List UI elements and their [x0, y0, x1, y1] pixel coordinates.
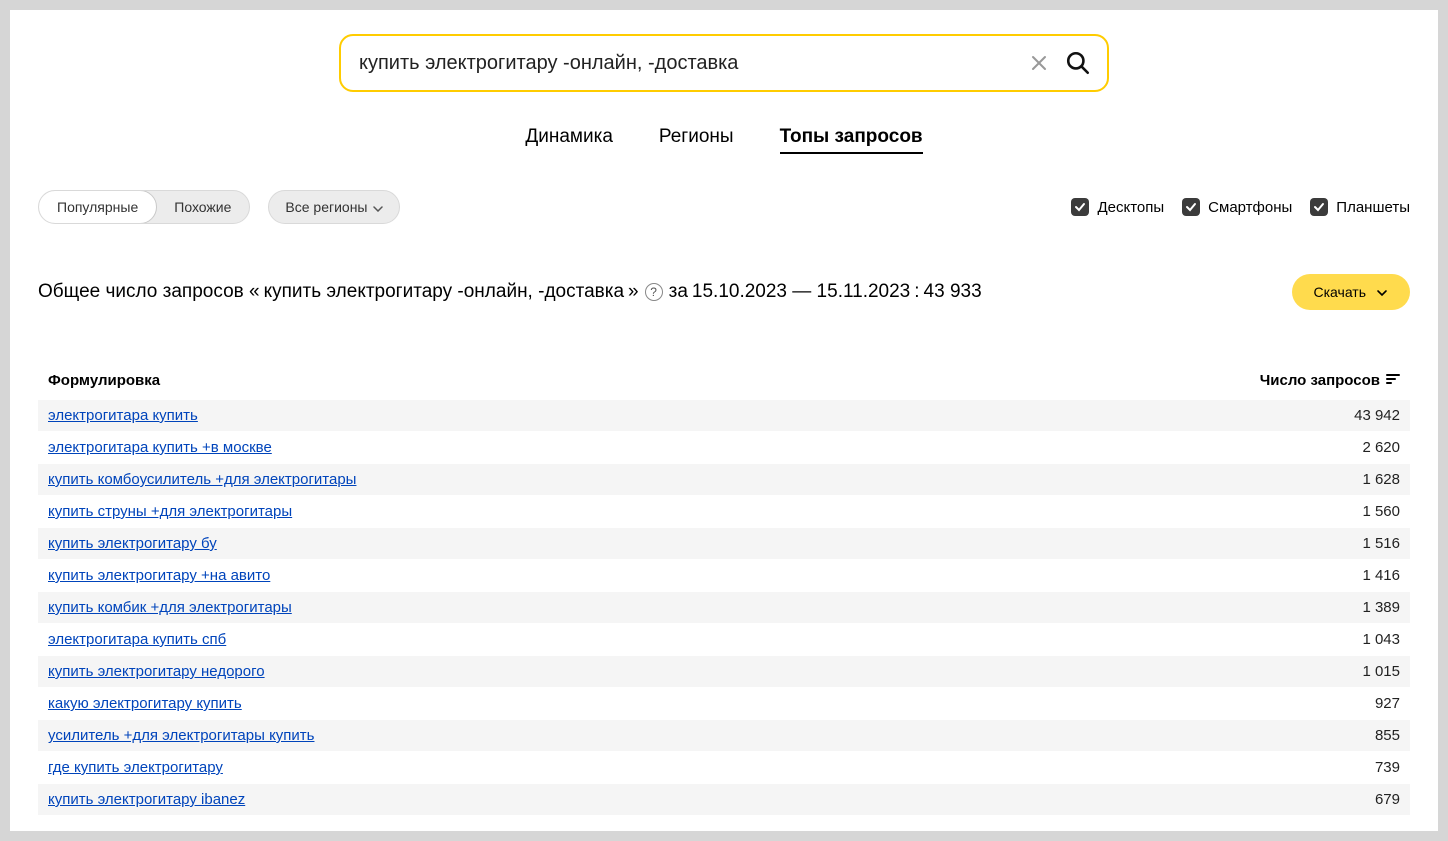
query-link[interactable]: купить электрогитару бу [48, 535, 1362, 552]
query-count: 855 [1375, 727, 1400, 744]
page: Динамика Регионы Топы запросов Популярны… [10, 10, 1438, 831]
table-header: Формулировка Число запросов [38, 372, 1410, 399]
query-count: 43 942 [1354, 407, 1400, 424]
query-link[interactable]: электрогитара купить +в москве [48, 439, 1362, 456]
help-icon[interactable]: ? [645, 283, 663, 301]
segment-similar[interactable]: Похожие [156, 191, 249, 223]
tab-regions[interactable]: Регионы [659, 126, 734, 154]
table-row: купить электрогитару недорого1 015 [38, 655, 1410, 687]
query-link[interactable]: купить электрогитару недорого [48, 663, 1362, 680]
checkbox-label: Десктопы [1097, 199, 1164, 216]
table-row: купить струны +для электрогитары1 560 [38, 495, 1410, 527]
query-count: 1 560 [1362, 503, 1400, 520]
segment-type: Популярные Похожие [38, 190, 250, 224]
checkbox-tablets[interactable]: Планшеты [1310, 198, 1410, 216]
checkbox-icon [1310, 198, 1328, 216]
summary-row: Общее число запросов «купить электрогита… [38, 274, 1410, 310]
table-row: купить комбик +для электрогитары1 389 [38, 591, 1410, 623]
table-row: какую электрогитару купить927 [38, 687, 1410, 719]
summary-query: купить электрогитару -онлайн, -доставка [264, 281, 624, 303]
query-count: 739 [1375, 759, 1400, 776]
summary-range: 15.10.2023 — 15.11.2023 [692, 281, 910, 303]
clear-icon[interactable] [1025, 49, 1053, 77]
query-link[interactable]: усилитель +для электрогитары купить [48, 727, 1375, 744]
search-box [339, 34, 1109, 92]
search-wrap [38, 34, 1410, 92]
chevron-down-icon [1376, 284, 1388, 300]
query-count: 1 416 [1362, 567, 1400, 584]
table-row: купить электрогитару +на авито1 416 [38, 559, 1410, 591]
query-link[interactable]: какую электрогитару купить [48, 695, 1375, 712]
query-link[interactable]: где купить электрогитару [48, 759, 1375, 776]
download-label: Скачать [1314, 284, 1367, 300]
checkbox-label: Смартфоны [1208, 199, 1292, 216]
summary-range-prefix: за [669, 281, 688, 303]
query-link[interactable]: купить комбоусилитель +для электрогитары [48, 471, 1362, 488]
tabs: Динамика Регионы Топы запросов [38, 126, 1410, 154]
query-count: 1 043 [1362, 631, 1400, 648]
query-link[interactable]: купить электрогитару +на авито [48, 567, 1362, 584]
query-count: 679 [1375, 791, 1400, 808]
checkbox-icon [1182, 198, 1200, 216]
table-row: купить комбоусилитель +для электрогитары… [38, 463, 1410, 495]
query-count: 1 628 [1362, 471, 1400, 488]
download-button[interactable]: Скачать [1292, 274, 1411, 310]
table-body: электрогитара купить43 942электрогитара … [38, 399, 1410, 815]
table-row: где купить электрогитару739 [38, 751, 1410, 783]
summary-text: Общее число запросов «купить электрогита… [38, 281, 982, 303]
query-link[interactable]: купить электрогитару ibanez [48, 791, 1375, 808]
tab-dynamics[interactable]: Динамика [525, 126, 613, 154]
region-select[interactable]: Все регионы [268, 190, 400, 224]
query-count: 1 516 [1362, 535, 1400, 552]
device-checks: Десктопы Смартфоны Планшеты [1071, 198, 1410, 216]
query-count: 1 015 [1362, 663, 1400, 680]
table-row: электрогитара купить +в москве2 620 [38, 431, 1410, 463]
query-link[interactable]: электрогитара купить [48, 407, 1354, 424]
query-count: 2 620 [1362, 439, 1400, 456]
filter-row: Популярные Похожие Все регионы Десктопы [38, 190, 1410, 224]
sort-desc-icon [1386, 372, 1400, 389]
checkbox-smartphones[interactable]: Смартфоны [1182, 198, 1292, 216]
checkbox-icon [1071, 198, 1089, 216]
summary-total: 43 933 [924, 281, 982, 303]
tab-tops[interactable]: Топы запросов [780, 126, 923, 154]
query-link[interactable]: электрогитара купить спб [48, 631, 1362, 648]
chevron-down-icon [373, 199, 383, 215]
search-input[interactable] [359, 52, 1025, 75]
table-row: усилитель +для электрогитары купить855 [38, 719, 1410, 751]
region-label: Все регионы [285, 199, 367, 215]
query-link[interactable]: купить комбик +для электрогитары [48, 599, 1362, 616]
summary-sep: : [914, 281, 919, 303]
query-count: 1 389 [1362, 599, 1400, 616]
search-icon[interactable] [1063, 48, 1093, 78]
query-count: 927 [1375, 695, 1400, 712]
col-query: Формулировка [48, 372, 1260, 389]
summary-prefix: Общее число запросов « [38, 281, 260, 303]
table-row: электрогитара купить спб1 043 [38, 623, 1410, 655]
checkbox-desktops[interactable]: Десктопы [1071, 198, 1164, 216]
table-row: купить электрогитару бу1 516 [38, 527, 1410, 559]
query-link[interactable]: купить струны +для электрогитары [48, 503, 1362, 520]
col-count[interactable]: Число запросов [1260, 372, 1400, 389]
checkbox-label: Планшеты [1336, 199, 1410, 216]
col-count-label: Число запросов [1260, 372, 1380, 389]
results-table: Формулировка Число запросов электрогитар… [38, 372, 1410, 815]
table-row: купить электрогитару ibanez679 [38, 783, 1410, 815]
segment-popular[interactable]: Популярные [38, 190, 157, 224]
summary-postfix: » [628, 281, 639, 303]
table-row: электрогитара купить43 942 [38, 399, 1410, 431]
